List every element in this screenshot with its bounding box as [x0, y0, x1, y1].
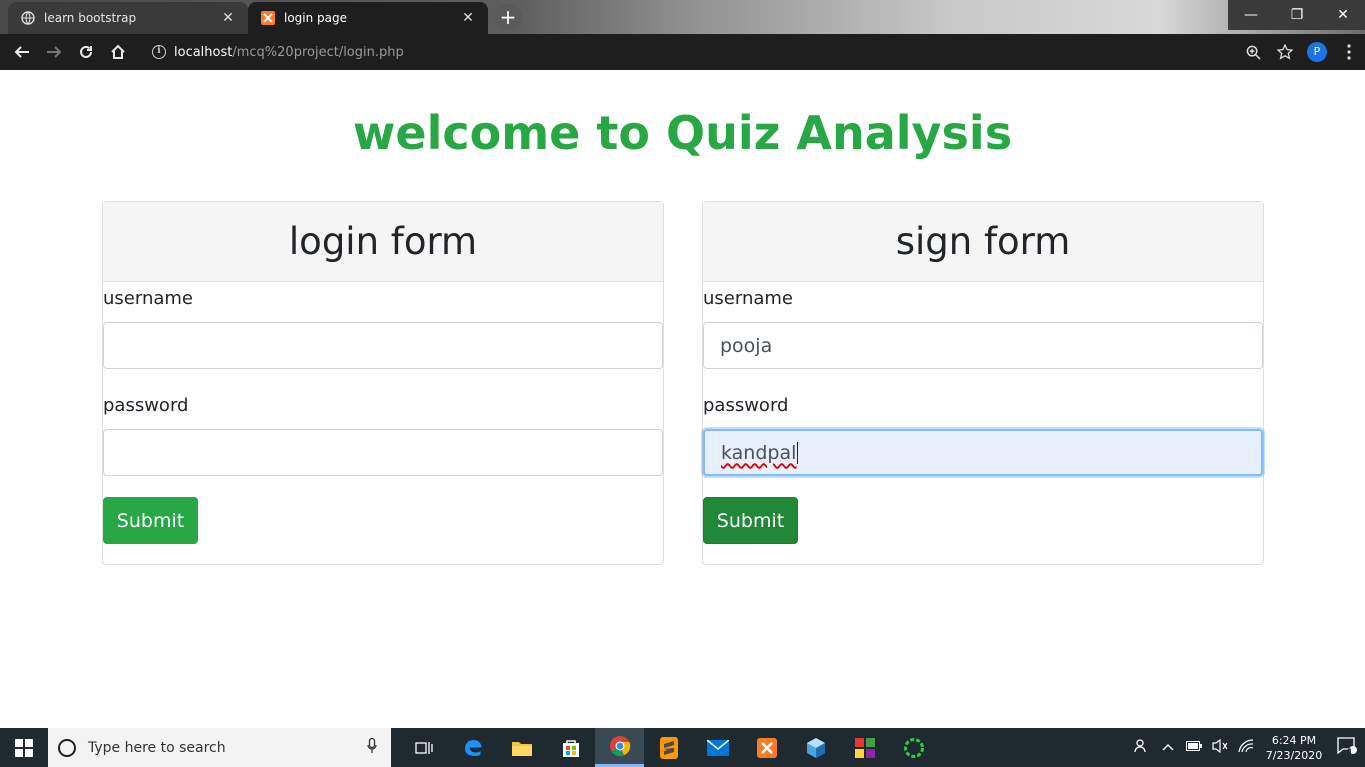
- login-username-input[interactable]: [103, 322, 663, 369]
- forward-icon[interactable]: [38, 36, 70, 68]
- microsoft-store-icon[interactable]: [546, 728, 595, 767]
- sign-username-value: pooja: [720, 334, 773, 357]
- close-window-button[interactable]: ✕: [1320, 0, 1365, 30]
- address-bar[interactable]: i localhost /mcq%20project/login.php: [140, 38, 1290, 66]
- url-host: localhost: [174, 44, 233, 60]
- restore-button[interactable]: ❐: [1274, 0, 1320, 30]
- login-form-card: login form username password Submit: [102, 201, 664, 565]
- login-form-header: login form: [103, 202, 663, 282]
- 3d-box-icon[interactable]: [791, 728, 840, 767]
- url-path: /mcq%20project/login.php: [232, 44, 404, 60]
- home-icon[interactable]: [102, 36, 134, 68]
- file-explorer-icon[interactable]: [497, 728, 546, 767]
- wifi-icon[interactable]: [1233, 738, 1259, 757]
- menu-kebab-icon[interactable]: [1333, 38, 1365, 66]
- chevron-up-icon[interactable]: [1155, 740, 1181, 755]
- notification-count: 1: [1346, 748, 1353, 758]
- sign-form-card: sign form username pooja password kandpa…: [702, 201, 1264, 565]
- clock-time: 6:24 PM: [1271, 733, 1317, 747]
- xampp-icon: [260, 10, 276, 26]
- chrome-icon[interactable]: [595, 728, 644, 767]
- reload-icon[interactable]: [70, 36, 102, 68]
- login-username-label: username: [103, 288, 193, 309]
- tab-close-icon[interactable]: ✕: [460, 10, 476, 26]
- sign-password-input[interactable]: kandpal: [703, 429, 1263, 476]
- tab-learn-bootstrap[interactable]: learn bootstrap ✕: [8, 2, 248, 34]
- mail-icon[interactable]: [693, 728, 742, 767]
- page-title: welcome to Quiz Analysis: [352, 106, 1013, 160]
- xampp-taskbar-icon[interactable]: [742, 728, 791, 767]
- avatar: P: [1307, 42, 1327, 62]
- clock-date: 7/23/2020: [1265, 748, 1323, 762]
- tab-login-page[interactable]: login page ✕: [248, 2, 488, 34]
- back-icon[interactable]: [6, 36, 38, 68]
- tab-close-icon[interactable]: ✕: [220, 10, 236, 26]
- task-view-icon[interactable]: [399, 728, 448, 767]
- minimize-button[interactable]: —: [1228, 0, 1274, 30]
- sign-password-label: password: [703, 395, 789, 416]
- sign-username-label: username: [703, 288, 793, 309]
- browser-toolbar: i localhost /mcq%20project/login.php P: [0, 34, 1365, 70]
- login-password-label: password: [103, 395, 189, 416]
- sign-password-value: kandpal: [721, 441, 797, 464]
- sublime-text-icon[interactable]: [644, 728, 693, 767]
- new-tab-button[interactable]: +: [494, 4, 522, 30]
- people-icon[interactable]: [1129, 738, 1155, 758]
- edge-browser-icon[interactable]: [448, 728, 497, 767]
- toolbar-right-actions: P: [1237, 38, 1365, 66]
- colorful-app-icon[interactable]: [840, 728, 889, 767]
- sign-submit-button[interactable]: Submit: [703, 497, 798, 544]
- login-submit-button[interactable]: Submit: [103, 497, 198, 544]
- info-icon[interactable]: i: [152, 45, 166, 59]
- taskbar-clock[interactable]: 6:24 PM 7/23/2020: [1259, 733, 1329, 763]
- browser-tabstrip: learn bootstrap ✕ login page ✕ + — ❐ ✕: [0, 0, 1365, 34]
- taskbar-search-placeholder: Type here to search: [88, 739, 226, 756]
- taskbar-search-box[interactable]: Type here to search: [48, 728, 391, 767]
- cortana-icon: [58, 738, 76, 757]
- battery-icon[interactable]: [1181, 740, 1207, 755]
- notification-center-icon[interactable]: 1: [1329, 736, 1365, 759]
- taskbar-apps: [399, 728, 938, 767]
- tab-title: login page: [284, 11, 348, 25]
- login-password-input[interactable]: [103, 429, 663, 476]
- volume-muted-icon[interactable]: [1207, 738, 1233, 757]
- profile-avatar[interactable]: P: [1301, 38, 1333, 66]
- sign-username-input[interactable]: pooja: [703, 322, 1263, 369]
- windows-taskbar: Type here to search 6:24 PM 7/23/2020 1: [0, 728, 1365, 767]
- globe-icon: [20, 10, 36, 26]
- microphone-icon[interactable]: [367, 737, 391, 758]
- tab-title: learn bootstrap: [44, 11, 137, 25]
- system-tray: 6:24 PM 7/23/2020 1: [1129, 728, 1365, 767]
- page-content: welcome to Quiz Analysis login form user…: [0, 70, 1365, 728]
- sign-form-header: sign form: [703, 202, 1263, 282]
- text-caret: [797, 441, 799, 464]
- zoom-icon[interactable]: [1237, 38, 1269, 66]
- bookmark-star-icon[interactable]: [1269, 38, 1301, 66]
- green-ring-icon[interactable]: [889, 728, 938, 767]
- windows-start-icon[interactable]: [0, 728, 48, 767]
